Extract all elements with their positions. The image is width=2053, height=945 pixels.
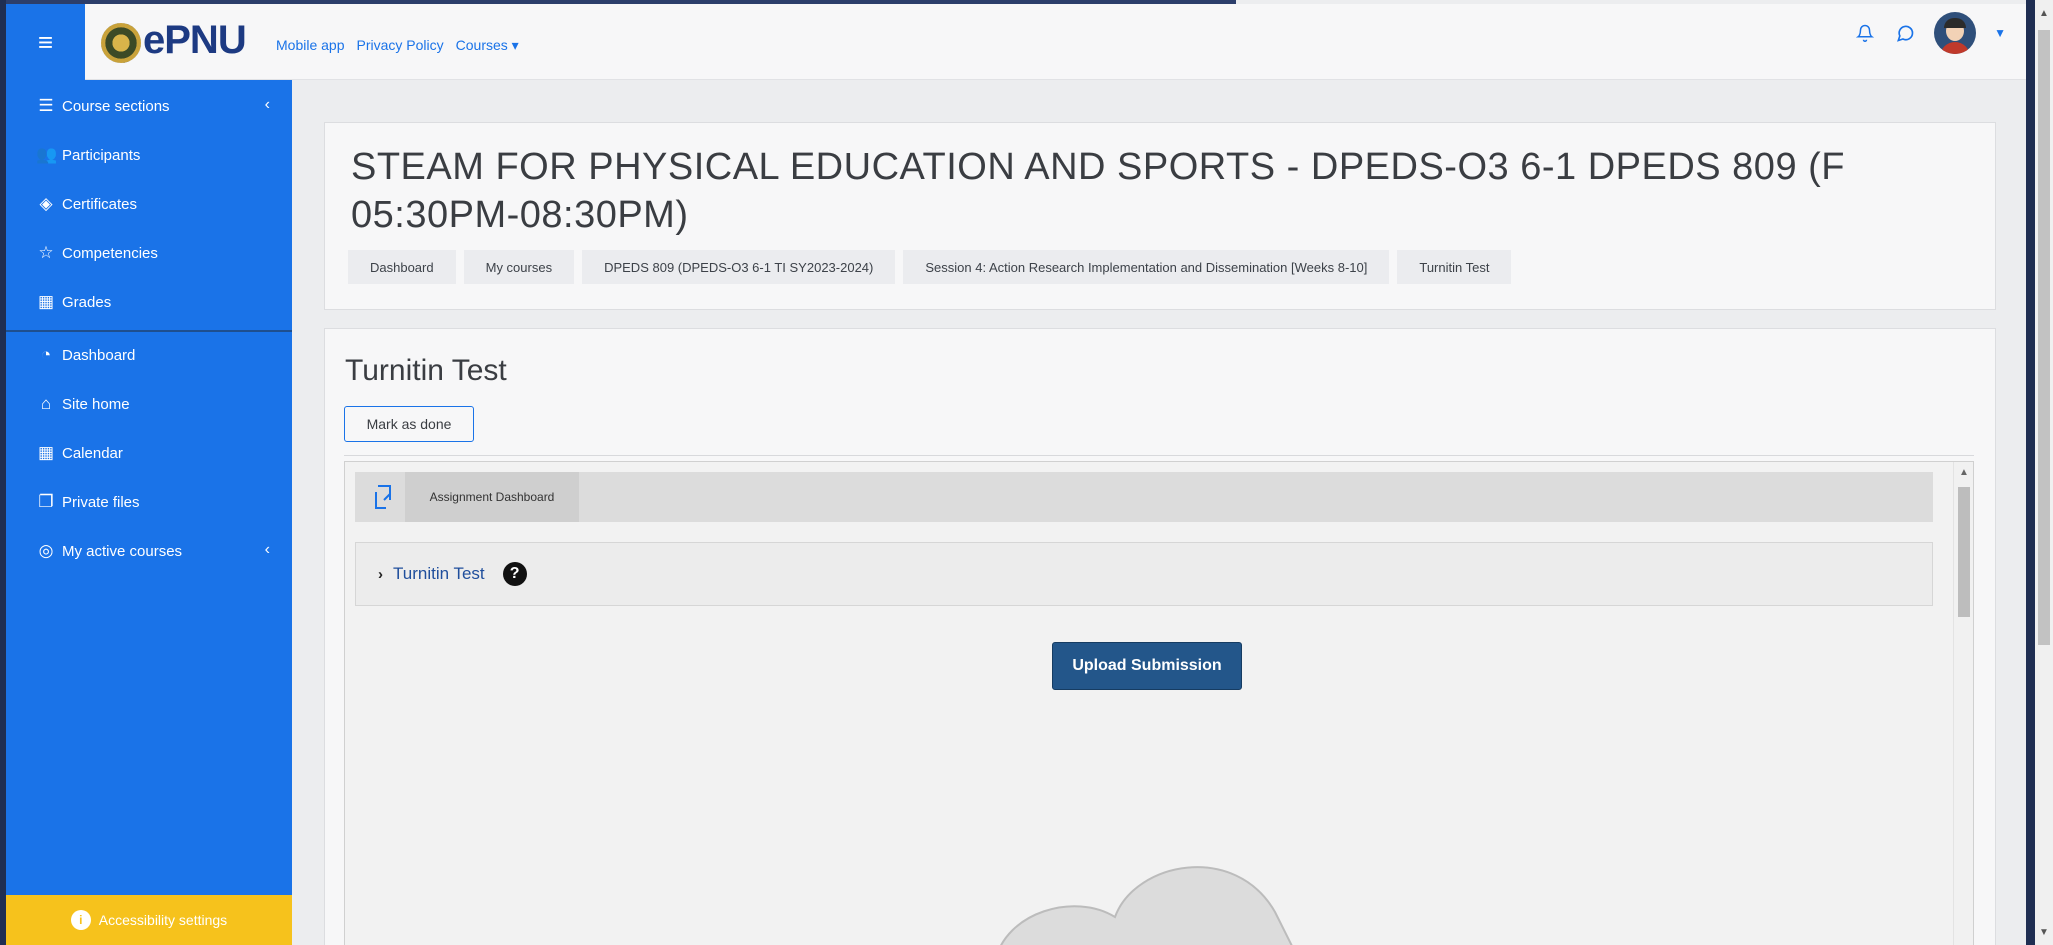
sidebar-item-dashboard[interactable]: ◔ Dashboard [36,341,136,369]
course-title: STEAM FOR PHYSICAL EDUCATION AND SPORTS … [351,146,1845,236]
browser-frame: ≡ ePNU Mobile app Privacy Policy Courses… [6,0,2026,945]
star-icon: ☆ [38,243,54,262]
chat-icon[interactable] [1894,22,1916,44]
calendar-icon: ▦ [37,443,55,462]
sidebar-item-grades[interactable]: ▦ Grades [36,288,111,316]
sidebar-item-calendar[interactable]: ▦ Calendar [36,439,123,467]
grades-icon: ▦ [37,292,55,311]
collapse-chevron-icon[interactable]: ‹ [265,96,270,114]
breadcrumb-my-courses[interactable]: My courses [463,250,575,284]
accessibility-settings-button[interactable]: i Accessibility settings [6,895,292,945]
chevron-right-icon: › [378,565,383,583]
chevron-down-icon: ▾ [511,37,519,53]
help-icon[interactable]: ? [502,562,527,586]
nav-links: Mobile app Privacy Policy Courses ▾ [276,37,519,54]
nav-link-mobile-app[interactable]: Mobile app [276,37,345,54]
sidebar-item-label: Certificates [62,195,138,213]
tab-assignment-dashboard[interactable]: Assignment Dashboard [405,472,579,522]
breadcrumb-current[interactable]: Turnitin Test [1397,250,1512,284]
site-logo[interactable]: ePNU [143,18,247,63]
sidebar-item-my-active-courses[interactable]: ◎ My active courses [36,537,182,565]
sidebar-item-competencies[interactable]: ☆ Competencies [36,239,158,267]
accessibility-label: Accessibility settings [98,912,228,928]
sidebar-item-certificates[interactable]: ◈ Certificates [36,190,137,218]
nav-link-courses-label: Courses [455,37,508,53]
home-icon: ⌂ [40,394,52,413]
scroll-down-icon[interactable]: ▼ [2035,923,2053,941]
activity-card: Turnitin Test Mark as done Assignment Da… [324,328,1996,945]
expand-chevron-icon[interactable]: ‹ [265,541,270,559]
frame-scrollbar[interactable]: ▲ ▼ [1953,462,1973,945]
sidebar-divider [6,330,292,332]
bell-icon[interactable] [1854,22,1876,44]
sidebar-item-label: Private files [62,493,140,511]
page-scrollbar[interactable]: ▲ ▼ [2035,0,2053,945]
sidebar-item-site-home[interactable]: ⌂ Site home [36,390,130,418]
courses-icon: ◎ [38,541,54,560]
nav-link-courses[interactable]: Courses ▾ [456,37,519,54]
participants-icon: 👥 [36,145,58,164]
sidebar: ☰ Course sections ‹ 👥 Participants ◈ Cer… [6,80,292,945]
accessibility-icon: i [70,910,91,930]
turnitin-frame: Assignment Dashboard › Turnitin Test ? U… [344,461,1974,945]
upload-submission-button[interactable]: Upload Submission [1052,642,1242,690]
university-seal-logo[interactable] [101,23,141,63]
breadcrumb-course[interactable]: DPEDS 809 (DPEDS-O3 6-1 TI SY2023-2024) [582,250,896,284]
files-icon: ❐ [38,492,54,511]
divider [344,455,1974,456]
cloud-upload-illustration [1000,866,1293,945]
scroll-up-icon[interactable]: ▲ [1954,462,1973,482]
nav-right: ▼ [1854,12,2006,54]
sidebar-item-course-sections[interactable]: ☰ Course sections [36,92,170,120]
list-icon: ☰ [38,96,54,115]
sidebar-item-label: Course sections [62,97,170,115]
turnitin-logo-icon[interactable] [363,477,403,517]
scroll-down-icon[interactable]: ▼ [1954,940,1973,945]
mark-as-done-button[interactable]: Mark as done [344,406,474,442]
turnitin-toolbar: Assignment Dashboard [355,472,1933,522]
navbar: ≡ ePNU Mobile app Privacy Policy Courses… [6,4,2026,80]
sidebar-item-label: Site home [62,395,130,413]
sidebar-item-label: Participants [62,146,141,164]
user-avatar[interactable] [1934,12,1977,54]
breadcrumb: Dashboard My courses DPEDS 809 (DPEDS-O3… [348,250,1512,284]
scroll-up-icon[interactable]: ▲ [2035,4,2053,22]
hamburger-menu-icon[interactable]: ≡ [6,4,85,80]
course-header-card: STEAM FOR PHYSICAL EDUCATION AND SPORTS … [324,122,1996,310]
sidebar-item-private-files[interactable]: ❐ Private files [36,488,140,516]
sidebar-item-participants[interactable]: 👥 Participants [36,141,140,169]
sidebar-item-label: Calendar [62,444,123,462]
main-content: STEAM FOR PHYSICAL EDUCATION AND SPORTS … [292,80,2026,945]
page-title: Turnitin Test [345,354,507,387]
sidebar-item-label: My active courses [62,542,183,560]
nav-link-privacy-policy[interactable]: Privacy Policy [357,37,444,54]
user-menu-chevron-icon[interactable]: ▼ [1994,26,2006,40]
sidebar-item-label: Grades [62,293,112,311]
scroll-thumb[interactable] [1958,487,1970,617]
assignment-title-link[interactable]: Turnitin Test [393,564,485,584]
page-scroll-thumb[interactable] [2038,30,2050,645]
dashboard-icon: ◔ [40,345,52,364]
sidebar-item-label: Competencies [62,244,158,262]
breadcrumb-dashboard[interactable]: Dashboard [348,250,456,284]
certificates-icon: ◈ [39,194,53,213]
breadcrumb-session[interactable]: Session 4: Action Research Implementatio… [903,250,1390,284]
assignment-panel-header[interactable]: › Turnitin Test ? [355,542,1933,606]
sidebar-item-label: Dashboard [62,346,136,364]
